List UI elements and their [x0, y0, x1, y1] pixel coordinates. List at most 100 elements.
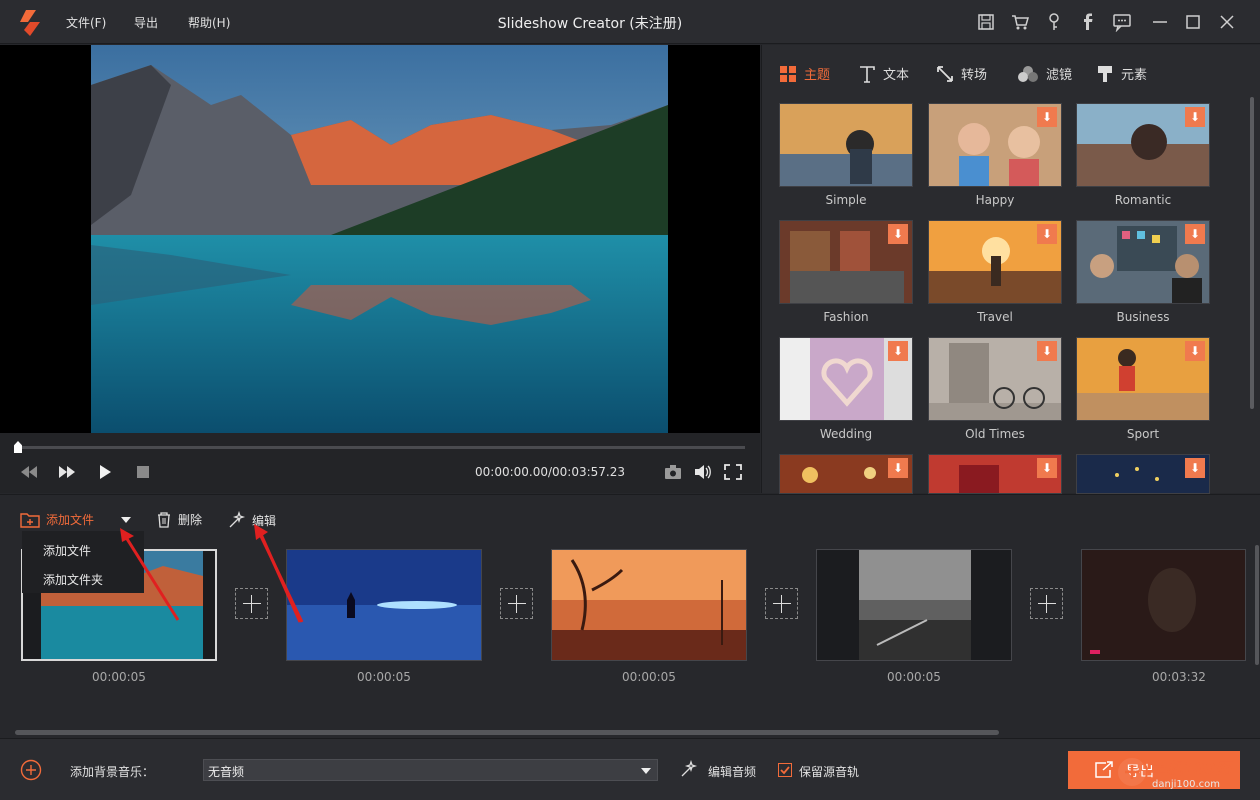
theme-grid-icon: [780, 65, 796, 82]
theme-label-simple: Simple: [825, 193, 867, 207]
theme-card-partial-2[interactable]: ⬇: [928, 454, 1062, 494]
add-folder-icon: [20, 512, 40, 528]
title-bar: 文件(F) 导出 帮助(H) Slideshow Creator (未注册): [0, 0, 1260, 44]
snapshot-icon[interactable]: [663, 463, 683, 481]
add-file-label: 添加文件: [46, 513, 95, 527]
clip-2[interactable]: [286, 549, 482, 661]
download-icon[interactable]: ⬇: [1185, 224, 1205, 244]
cart-icon[interactable]: [1010, 12, 1030, 32]
download-icon[interactable]: ⬇: [888, 224, 908, 244]
download-icon[interactable]: ⬇: [1037, 107, 1057, 127]
key-icon[interactable]: [1044, 12, 1064, 32]
watermark-text: 单机100网: [1150, 759, 1232, 778]
theme-card-sport[interactable]: ⬇: [1076, 337, 1210, 421]
save-icon[interactable]: [976, 12, 996, 32]
preview-image: [91, 45, 668, 433]
download-icon[interactable]: ⬇: [1037, 458, 1057, 478]
theme-label-old-times: Old Times: [965, 427, 1025, 441]
add-transition-button[interactable]: [765, 588, 798, 619]
fullscreen-icon[interactable]: [723, 463, 743, 481]
progress-handle[interactable]: [14, 441, 22, 453]
annotation-arrow-edit: [254, 524, 304, 623]
clip-4[interactable]: [816, 549, 1012, 661]
filter-icon: [1018, 65, 1038, 82]
tab-transition[interactable]: 转场: [936, 64, 987, 83]
chevron-down-icon: [641, 768, 651, 774]
music-select[interactable]: 无音频: [203, 759, 658, 781]
keep-audio-checkbox[interactable]: [778, 763, 792, 777]
player-controls: 00:00:00.00/00:03:57.23: [0, 433, 760, 493]
theme-label-business: Business: [1116, 310, 1170, 324]
theme-card-partial-1[interactable]: ⬇: [779, 454, 913, 494]
play-icon[interactable]: [95, 463, 115, 481]
download-icon[interactable]: ⬇: [1037, 341, 1057, 361]
preview-area: [0, 45, 760, 433]
theme-card-partial-3[interactable]: ⬇: [1076, 454, 1210, 494]
download-icon[interactable]: ⬇: [888, 341, 908, 361]
text-icon: [860, 65, 875, 83]
stop-icon[interactable]: [133, 463, 153, 481]
theme-label-sport: Sport: [1126, 427, 1160, 441]
close-icon[interactable]: [1217, 12, 1237, 32]
download-icon[interactable]: ⬇: [1185, 458, 1205, 478]
fast-forward-icon[interactable]: [57, 463, 77, 481]
theme-card-happy[interactable]: ⬇: [928, 103, 1062, 187]
clip-3[interactable]: [551, 549, 747, 661]
watermark-logo: [1116, 756, 1148, 788]
tab-elements[interactable]: 元素: [1096, 64, 1147, 83]
magic-wand-icon: [681, 760, 698, 777]
add-music-icon[interactable]: [20, 759, 42, 781]
themes-scrollbar[interactable]: [1250, 97, 1254, 409]
download-icon[interactable]: ⬇: [1185, 341, 1205, 361]
download-icon[interactable]: ⬇: [888, 458, 908, 478]
effects-panel: 主题 文本 转场 滤镜 元素 Simple ⬇ Happy ⬇ Romantic…: [761, 45, 1260, 494]
music-select-value: 无音频: [208, 765, 245, 779]
maximize-icon[interactable]: [1183, 12, 1203, 32]
clip-3-duration: 00:00:05: [622, 670, 676, 684]
timeline-vertical-scrollbar[interactable]: [1255, 545, 1259, 665]
theme-card-old-times[interactable]: ⬇: [928, 337, 1062, 421]
tab-filter[interactable]: 滤镜: [1017, 64, 1072, 83]
theme-label-wedding: Wedding: [819, 427, 873, 441]
bg-music-label: 添加背景音乐：: [70, 765, 155, 779]
tab-filter-label: 滤镜: [1046, 68, 1073, 83]
theme-card-business[interactable]: ⬇: [1076, 220, 1210, 304]
bottom-bar: 添加背景音乐： 无音频 编辑音频 保留源音轨 导出 单机100网 danji10…: [0, 738, 1260, 800]
clip-5-duration: 00:03:32: [1152, 670, 1206, 684]
tab-transition-label: 转场: [961, 68, 988, 83]
add-file-button[interactable]: 添加文件: [20, 511, 94, 528]
theme-card-simple[interactable]: [779, 103, 913, 187]
theme-card-fashion[interactable]: ⬇: [779, 220, 913, 304]
add-transition-button[interactable]: [500, 588, 533, 619]
add-transition-button[interactable]: [1030, 588, 1063, 619]
tab-theme[interactable]: 主题: [779, 64, 830, 83]
feedback-icon[interactable]: [1112, 12, 1132, 32]
dropdown-add-folder[interactable]: 添加文件夹: [43, 571, 103, 588]
tab-theme-label: 主题: [804, 68, 831, 83]
download-icon[interactable]: ⬇: [1037, 224, 1057, 244]
rewind-icon[interactable]: [19, 463, 39, 481]
theme-label-fashion: Fashion: [823, 310, 869, 324]
keep-audio-label: 保留源音轨: [799, 765, 860, 779]
timecode: 00:00:00.00/00:03:57.23: [475, 465, 625, 479]
edit-audio-button[interactable]: 编辑音频: [708, 763, 756, 780]
download-icon[interactable]: ⬇: [1185, 107, 1205, 127]
clip-5[interactable]: [1081, 549, 1246, 661]
elements-icon: [1098, 65, 1112, 82]
app-title: Slideshow Creator (未注册): [497, 16, 683, 32]
volume-icon[interactable]: [693, 463, 713, 481]
minimize-icon[interactable]: [1150, 12, 1170, 32]
theme-card-wedding[interactable]: ⬇: [779, 337, 913, 421]
progress-track[interactable]: [18, 446, 745, 449]
facebook-icon[interactable]: [1078, 12, 1098, 32]
checkmark-icon: [780, 766, 790, 775]
tab-text[interactable]: 文本: [858, 64, 909, 83]
tab-text-label: 文本: [883, 68, 910, 83]
clip-4-duration: 00:00:05: [887, 670, 941, 684]
clip-1-duration: 00:00:05: [92, 670, 146, 684]
theme-card-romantic[interactable]: ⬇: [1076, 103, 1210, 187]
clip-2-duration: 00:00:05: [357, 670, 411, 684]
timeline-scrollbar[interactable]: [15, 730, 999, 735]
theme-card-travel[interactable]: ⬇: [928, 220, 1062, 304]
dropdown-add-file[interactable]: 添加文件: [43, 542, 91, 559]
